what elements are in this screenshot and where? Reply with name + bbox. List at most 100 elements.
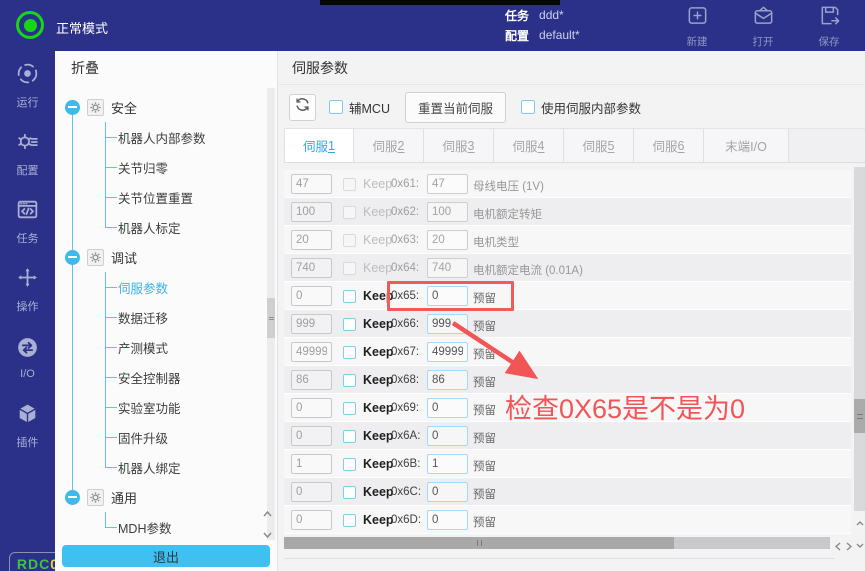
param-value-input[interactable]: [291, 230, 332, 250]
register-value-input[interactable]: [427, 202, 468, 222]
collapse-minus-icon[interactable]: [65, 250, 80, 265]
param-value-input[interactable]: [291, 314, 332, 334]
keep-checkbox[interactable]: [343, 402, 356, 415]
register-value-input[interactable]: [427, 370, 468, 390]
param-value-input[interactable]: [291, 286, 332, 306]
tree-item-data-migration[interactable]: 数据迁移: [55, 302, 266, 332]
keep-checkbox[interactable]: [343, 290, 356, 303]
keep-checkbox[interactable]: [343, 514, 356, 527]
new-button[interactable]: 新建: [669, 5, 725, 47]
scroll-right-icon[interactable]: [846, 538, 852, 556]
register-value-input[interactable]: [427, 482, 468, 502]
register-address-label: 0x64:: [391, 262, 419, 274]
register-value-input[interactable]: [427, 510, 468, 530]
nav-item-io[interactable]: I/O: [0, 323, 55, 391]
tree-item-joint-position-reset[interactable]: 关节位置重置: [55, 182, 266, 212]
tab-servo-2[interactable]: 伺服2: [354, 129, 424, 162]
reset-current-servo-button[interactable]: 重置当前伺服: [405, 92, 506, 123]
tree-scrollbar-thumb[interactable]: [267, 298, 275, 338]
keep-checkbox[interactable]: [343, 318, 356, 331]
scroll-down-icon[interactable]: [263, 525, 272, 543]
tree-item-production-test-mode[interactable]: 产测模式: [55, 332, 266, 362]
save-button[interactable]: 保存: [801, 5, 857, 47]
tree-item-robot-calibration[interactable]: 机器人标定: [55, 212, 266, 242]
keep-label: Keep: [363, 345, 394, 359]
param-value-input[interactable]: [291, 258, 332, 278]
exit-button[interactable]: 退出: [62, 545, 270, 567]
register-value-input[interactable]: [427, 174, 468, 194]
tree-group-general[interactable]: 通用: [55, 482, 266, 512]
tree-group-label: 调试: [111, 248, 137, 267]
tab-servo-5[interactable]: 伺服5: [564, 129, 634, 162]
tab-servo-6[interactable]: 伺服6: [634, 129, 704, 162]
keep-checkbox[interactable]: [343, 374, 356, 387]
nav-item-run[interactable]: 运行: [0, 51, 55, 119]
register-value-input[interactable]: [427, 314, 468, 334]
tree-item-robot-internal-params[interactable]: 机器人内部参数: [55, 122, 266, 152]
keep-checkbox[interactable]: [343, 178, 356, 191]
param-value-input[interactable]: [291, 370, 332, 390]
tree-item-robot-binding[interactable]: 机器人绑定: [55, 452, 266, 482]
gear-icon: [87, 489, 104, 506]
nav-item-plugin[interactable]: 插件: [0, 391, 55, 459]
param-value-input[interactable]: [291, 202, 332, 222]
register-value-input[interactable]: [427, 258, 468, 278]
horizontal-scrollbar[interactable]: [284, 537, 830, 549]
tree-item-lab-features[interactable]: 实验室功能: [55, 392, 266, 422]
horizontal-scrollbar-thumb[interactable]: [284, 537, 674, 549]
tab-servo-1[interactable]: 伺服1: [284, 129, 354, 162]
aux-mcu-checkbox[interactable]: [329, 100, 343, 114]
register-value-input[interactable]: [427, 286, 468, 306]
tree-item-firmware-upgrade[interactable]: 固件升级: [55, 422, 266, 452]
scroll-down-icon[interactable]: [856, 535, 864, 553]
tree-item-mdh-params[interactable]: MDH参数: [55, 512, 266, 540]
open-button[interactable]: 打开: [735, 5, 791, 47]
open-mail-icon: [752, 4, 775, 32]
refresh-button[interactable]: [289, 94, 316, 121]
tree-group-safety[interactable]: 安全: [55, 92, 266, 122]
keep-checkbox[interactable]: [343, 486, 356, 499]
param-value-input[interactable]: [291, 398, 332, 418]
param-value-input[interactable]: [291, 454, 332, 474]
keep-checkbox[interactable]: [343, 262, 356, 275]
register-value-input[interactable]: [427, 454, 468, 474]
param-value-input[interactable]: [291, 174, 332, 194]
io-circle-icon: [15, 335, 40, 365]
vertical-scrollbar-thumb[interactable]: [854, 399, 865, 433]
param-value-input[interactable]: [291, 426, 332, 446]
scroll-left-icon[interactable]: [835, 538, 841, 556]
register-value-input[interactable]: [427, 398, 468, 418]
tree-item-servo-params[interactable]: 伺服参数: [55, 272, 266, 302]
nav-item-operate[interactable]: 操作: [0, 255, 55, 323]
tab-servo-3[interactable]: 伺服3: [424, 129, 494, 162]
keep-checkbox[interactable]: [343, 346, 356, 359]
register-value-input[interactable]: [427, 230, 468, 250]
nav-item-task[interactable]: 任务: [0, 187, 55, 255]
keep-checkbox[interactable]: [343, 458, 356, 471]
param-description: 电机额定电流 (0.01A): [473, 262, 583, 278]
use-internal-params-checkbox[interactable]: [521, 100, 535, 114]
nav-item-config[interactable]: 配置: [0, 119, 55, 187]
collapse-minus-icon[interactable]: [65, 100, 80, 115]
param-description: 预留: [473, 374, 496, 390]
tree-scrollbar[interactable]: [267, 88, 275, 540]
tree-item-safety-controller[interactable]: 安全控制器: [55, 362, 266, 392]
tab-end-io[interactable]: 末端I/O: [704, 129, 789, 162]
collapse-minus-icon[interactable]: [65, 490, 80, 505]
param-value-input[interactable]: [291, 510, 332, 530]
register-value-input[interactable]: [427, 426, 468, 446]
servo-params-panel: 伺服参数 辅MCU 重置当前伺服 使用伺服内部参数 伺服1伺服2伺服3伺服4伺服…: [279, 51, 865, 571]
param-value-input[interactable]: [291, 342, 332, 362]
keep-checkbox[interactable]: [343, 430, 356, 443]
keep-checkbox[interactable]: [343, 206, 356, 219]
task-label: 任务: [505, 7, 529, 24]
vertical-scrollbar[interactable]: [854, 167, 865, 511]
register-value-input[interactable]: [427, 342, 468, 362]
tree-group-debug[interactable]: 调试: [55, 242, 266, 272]
keep-label: Keep: [363, 513, 394, 527]
keep-checkbox[interactable]: [343, 234, 356, 247]
tree-item-joint-zeroing[interactable]: 关节归零: [55, 152, 266, 182]
tab-servo-4[interactable]: 伺服4: [494, 129, 564, 162]
scroll-up-icon[interactable]: [856, 513, 864, 531]
param-value-input[interactable]: [291, 482, 332, 502]
